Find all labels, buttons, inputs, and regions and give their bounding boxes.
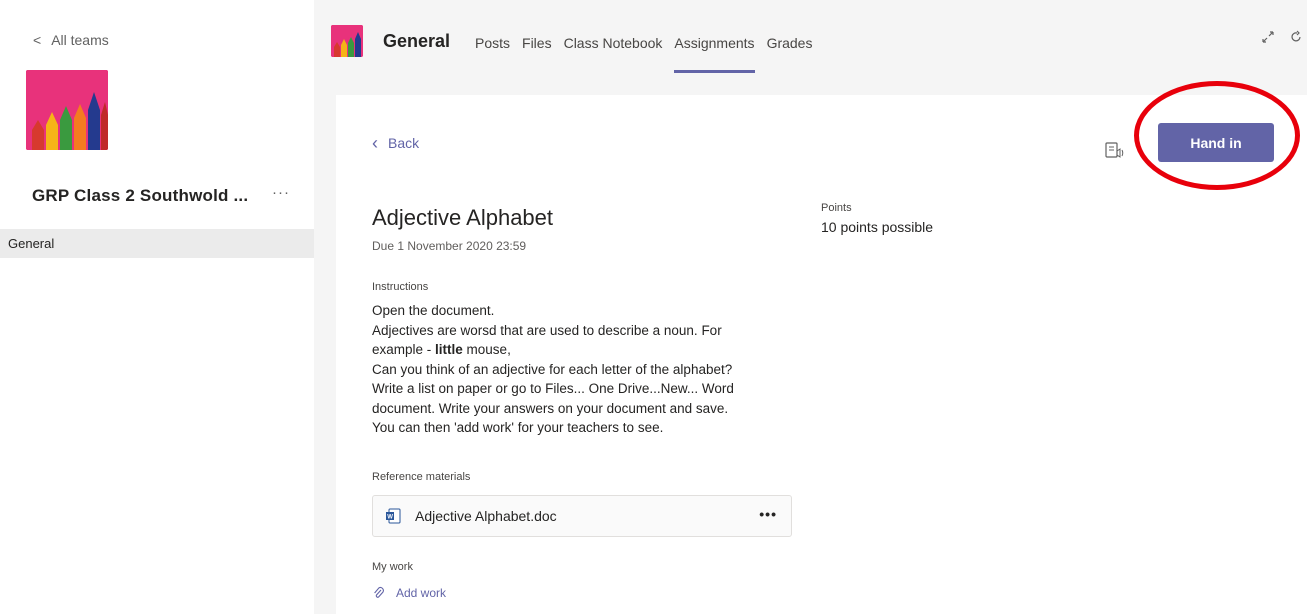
word-document-icon: W	[386, 508, 401, 524]
points-value: 10 points possible	[821, 219, 934, 235]
tab-grades[interactable]: Grades	[761, 35, 819, 77]
hand-in-button[interactable]: Hand in	[1158, 123, 1274, 162]
team-sidebar: < All teams GRP Class 2 Southwold ... ··…	[0, 0, 314, 614]
instruction-line: Open the document.	[372, 303, 495, 318]
due-date: Due 1 November 2020 23:59	[372, 239, 527, 253]
example-bold-word: little	[435, 342, 463, 357]
sidebar-item-label: General	[8, 236, 55, 251]
channel-header: General Posts Files Class Notebook Assig…	[314, 0, 1307, 84]
team-more-options-icon[interactable]: ···	[272, 184, 290, 201]
instruction-line: document. Write your answers on your doc…	[372, 400, 729, 416]
back-label: Back	[388, 135, 420, 151]
instructions-text: Open the document. Adjectives are worsd …	[372, 301, 792, 438]
immersive-reader-icon[interactable]	[1104, 140, 1126, 162]
tab-class-notebook[interactable]: Class Notebook	[558, 35, 669, 77]
my-work-label: My work	[372, 561, 413, 573]
add-work-button[interactable]: Add work	[372, 586, 446, 600]
sidebar-item-general[interactable]: General	[0, 229, 314, 258]
channel-avatar	[331, 25, 363, 57]
assignment-title: Adjective Alphabet	[372, 205, 554, 230]
instruction-line: You can then 'add work' for your teacher…	[372, 420, 664, 435]
team-name: GRP Class 2 Southwold ...	[32, 186, 249, 205]
expand-icon[interactable]	[1261, 30, 1275, 47]
add-work-label: Add work	[396, 586, 447, 600]
points-label: Points	[821, 202, 852, 214]
assignment-card: ‹ Back Hand in Adjective Alphabet Due 1 …	[336, 81, 1307, 614]
instruction-line: Adjectives are worsd that are used to de…	[372, 322, 722, 338]
more-options-icon[interactable]: •••	[759, 506, 777, 522]
chevron-left-icon: ‹	[372, 133, 378, 153]
reference-file-item[interactable]: W Adjective Alphabet.doc •••	[372, 495, 792, 537]
svg-text:W: W	[387, 515, 393, 521]
back-button[interactable]: ‹ Back	[372, 133, 420, 153]
team-avatar	[26, 70, 108, 150]
chevron-left-icon: <	[33, 32, 42, 48]
channel-title: General	[383, 31, 451, 51]
instruction-line: Can you think of an adjective for each l…	[372, 361, 733, 377]
instruction-line: example - little mouse,	[372, 342, 511, 357]
header-icons	[1261, 30, 1303, 47]
reference-materials-label: Reference materials	[372, 471, 471, 483]
tab-files[interactable]: Files	[516, 35, 558, 77]
all-teams-label: All teams	[51, 32, 109, 48]
paperclip-icon	[374, 587, 384, 598]
tab-assignments[interactable]: Assignments	[668, 35, 760, 77]
instructions-label: Instructions	[372, 281, 429, 293]
tab-bar: Posts Files Class Notebook Assignments G…	[469, 35, 818, 77]
all-teams-link[interactable]: < All teams	[33, 32, 109, 48]
main-area: General Posts Files Class Notebook Assig…	[314, 0, 1307, 614]
refresh-icon[interactable]	[1289, 30, 1303, 47]
reference-file-name: Adjective Alphabet.doc	[415, 508, 557, 524]
instruction-line: Write a list on paper or go to Files... …	[372, 381, 734, 396]
tab-posts[interactable]: Posts	[469, 35, 516, 77]
